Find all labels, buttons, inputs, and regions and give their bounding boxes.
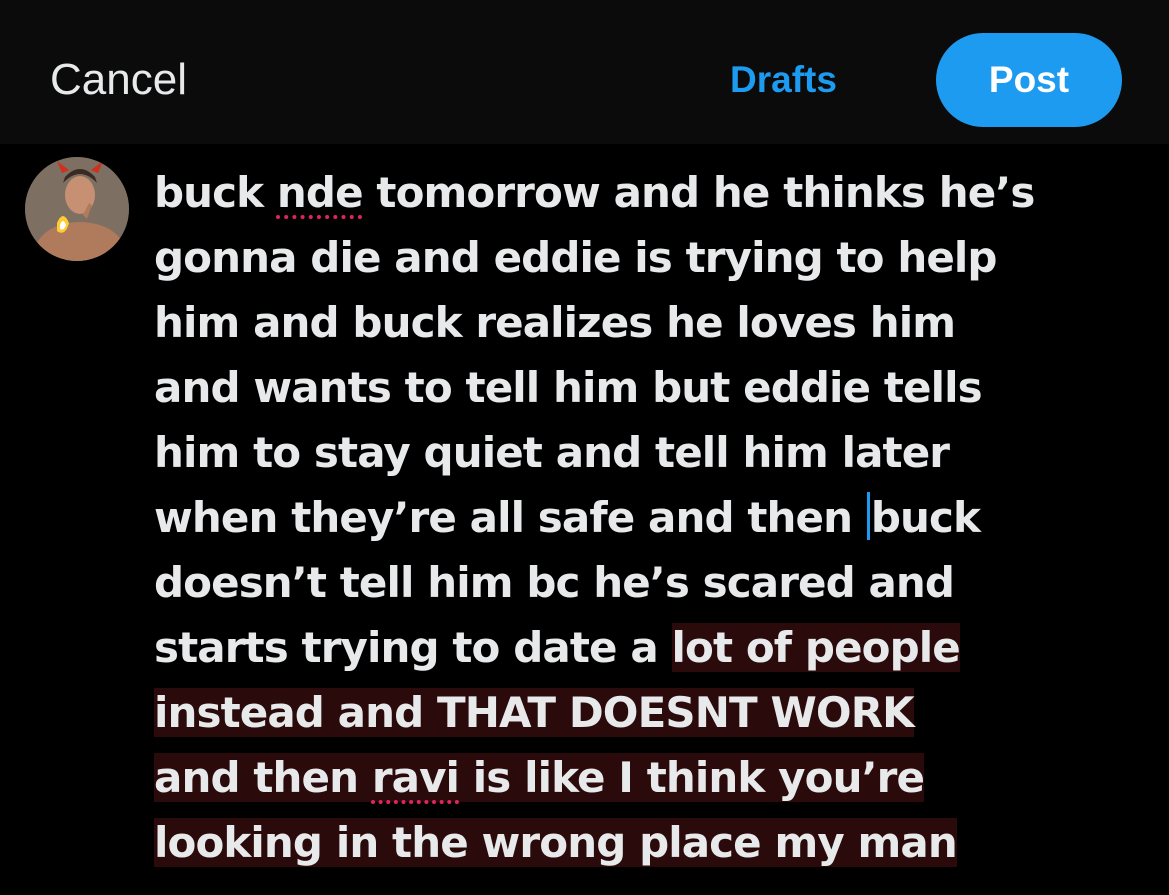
selected-text: is like I think you’re	[459, 753, 925, 802]
text-line: when they’re all safe and then buck	[154, 485, 1154, 550]
text-segment: doesn’t tell him bc he’s scared and	[154, 558, 955, 607]
text-segment: buck	[870, 493, 981, 542]
text-line: doesn’t tell him bc he’s scared and	[154, 550, 1154, 615]
text-line: him to stay quiet and tell him later	[154, 420, 1154, 485]
text-segment: him and buck realizes he loves him	[154, 298, 956, 347]
selected-text: and then	[154, 753, 372, 802]
text-line: him and buck realizes he loves him	[154, 290, 1154, 355]
text-line: instead and THAT DOESNT WORK	[154, 680, 1154, 745]
user-avatar-icon[interactable]	[25, 157, 129, 261]
text-line: and then ravi is like I think you’re	[154, 745, 1154, 810]
drafts-button[interactable]: Drafts	[730, 54, 837, 106]
tweet-compose-textarea[interactable]: buck nde tomorrow and he thinks he’s gon…	[154, 160, 1154, 875]
text-segment: starts trying to date a	[154, 623, 672, 672]
text-segment: him to stay quiet and tell him later	[154, 428, 950, 477]
text-line: and wants to tell him but eddie tells	[154, 355, 1154, 420]
selected-text: looking in the wrong place my man	[154, 818, 958, 867]
text-segment: and wants to tell him but eddie tells	[154, 363, 983, 412]
misspelled-word[interactable]: ravi	[371, 753, 460, 802]
selected-text: instead and THAT DOESNT WORK	[154, 688, 915, 737]
text-line: buck nde tomorrow and he thinks he’s	[154, 160, 1154, 225]
text-segment: tomorrow and he thinks he’s	[362, 168, 1035, 217]
text-segment: buck	[154, 168, 277, 217]
cancel-button[interactable]: Cancel	[50, 52, 187, 108]
text-line: looking in the wrong place my man	[154, 810, 1154, 875]
compose-header: Cancel Drafts Post	[0, 0, 1169, 144]
text-segment: when they’re all safe and then	[154, 493, 866, 542]
misspelled-word[interactable]: nde	[277, 168, 364, 217]
text-cursor	[866, 492, 870, 540]
selected-text: lot of people	[671, 623, 961, 672]
text-line: starts trying to date a lot of people	[154, 615, 1154, 680]
text-line: gonna die and eddie is trying to help	[154, 225, 1154, 290]
post-button[interactable]: Post	[936, 33, 1122, 127]
text-segment: gonna die and eddie is trying to help	[154, 233, 997, 282]
